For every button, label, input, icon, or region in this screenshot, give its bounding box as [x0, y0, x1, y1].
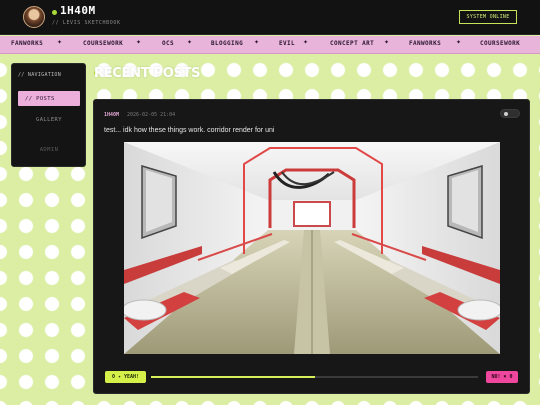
reaction-ratio-fill: [151, 376, 315, 378]
marquee-item[interactable]: FANWORKS: [409, 40, 441, 47]
marquee-item[interactable]: CONCEPT ART: [330, 40, 374, 47]
star-icon: ✦: [187, 39, 193, 46]
post-image[interactable]: [124, 142, 500, 354]
site-subtitle: // LEVIS SKETCHBOOK: [52, 20, 121, 26]
marquee-item[interactable]: OCS: [162, 40, 174, 47]
marquee-item[interactable]: FANWORKS: [11, 40, 43, 47]
no-reaction-button[interactable]: NO! ✖ 0: [486, 371, 518, 383]
star-icon: ✦: [57, 39, 63, 46]
post-author[interactable]: 1H40M: [104, 112, 119, 118]
star-icon: ✦: [254, 39, 260, 46]
post-date: 2026-02-05 21:04: [127, 112, 176, 118]
nav-heading: // NAVIGATION: [18, 72, 62, 78]
marquee-item[interactable]: EVIL: [279, 40, 295, 47]
post-options-toggle[interactable]: [500, 109, 520, 118]
site-title[interactable]: 1H40M: [60, 4, 96, 17]
post-card: 1H40M 2026-02-05 21:04 test... idk how t…: [93, 99, 530, 394]
site-header: 1H40M // LEVIS SKETCHBOOK SYSTEM ONLINE: [0, 0, 540, 35]
online-indicator-icon: [52, 10, 57, 15]
star-icon: ✦: [136, 39, 142, 46]
marquee-item[interactable]: COURSEWORK: [480, 40, 520, 47]
system-status-button[interactable]: SYSTEM ONLINE: [459, 10, 517, 24]
corridor-render: [124, 142, 500, 354]
sidebar-nav: // NAVIGATION // POSTS GALLERY ADMIN: [11, 63, 86, 167]
marquee-item[interactable]: COURSEWORK: [83, 40, 123, 47]
star-icon: ✦: [456, 39, 462, 46]
avatar[interactable]: [23, 6, 45, 28]
yeah-reaction-button[interactable]: 0 ✦ YEAH!: [105, 371, 146, 383]
sidebar-item-admin[interactable]: ADMIN: [18, 142, 80, 157]
star-icon: ✦: [384, 39, 390, 46]
category-marquee: FANWORKS ✦ COURSEWORK ✦ OCS ✦ BLOGGING ✦…: [0, 36, 540, 54]
post-caption: test... idk how these things work. corri…: [104, 127, 275, 134]
star-icon: ✦: [303, 39, 309, 46]
page-title: RECENT POSTS: [94, 66, 201, 81]
marquee-item[interactable]: BLOGGING: [211, 40, 243, 47]
sidebar-item-posts[interactable]: // POSTS: [18, 91, 80, 106]
sidebar-item-gallery[interactable]: GALLERY: [18, 112, 80, 127]
reaction-ratio-bar: [151, 376, 478, 378]
